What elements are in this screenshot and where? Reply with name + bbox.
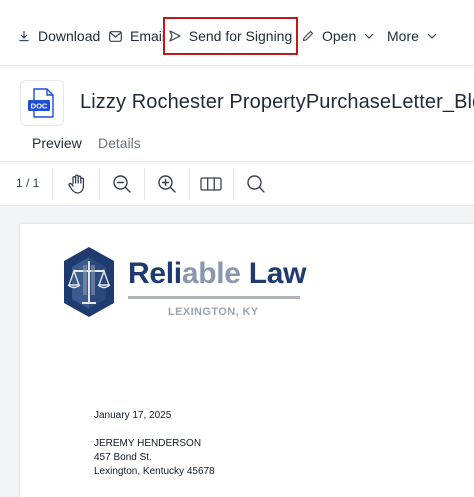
logo-divider (128, 296, 300, 299)
more-menu-button[interactable]: More (387, 17, 437, 55)
divider (52, 168, 53, 200)
page-layout-button[interactable] (198, 171, 224, 197)
download-icon (19, 31, 29, 42)
law-firm-logo-wordmark: Reliable Law (128, 257, 306, 291)
tab-preview[interactable]: Preview (26, 135, 88, 164)
send-for-signing-button[interactable]: Send for Signing (163, 17, 298, 55)
send-for-signing-label: Send for Signing (188, 28, 293, 44)
law-firm-logo-icon (64, 247, 114, 317)
logo-word-part3: Law (240, 257, 307, 290)
tab-details[interactable]: Details (98, 135, 141, 151)
hand-icon (68, 174, 85, 194)
document-title: Lizzy Rochester PropertyPurchaseLetter_B… (80, 91, 474, 113)
recipient-address-line1: 457 Bond St. (94, 452, 152, 463)
recipient-name: JEREMY HENDERSON (94, 438, 202, 449)
tab-bar: Preview Details (0, 128, 474, 164)
chevron-down-icon (427, 33, 437, 39)
email-label: Email (130, 28, 166, 44)
envelope-icon (109, 30, 122, 42)
search-icon (247, 175, 265, 193)
pan-tool-button[interactable] (64, 171, 90, 197)
chevron-down-icon (364, 33, 374, 39)
action-toolbar: Download Email Send for Signing Open Mor… (0, 0, 474, 66)
open-menu-button[interactable]: Open (302, 17, 374, 55)
columns-icon (200, 177, 222, 191)
logo-word-part2: able (181, 257, 241, 290)
zoom-in-icon (158, 175, 176, 193)
logo-city: LEXINGTON, KY (168, 306, 259, 318)
document-page: Reliable Law LEXINGTON, KY January 17, 2… (20, 224, 474, 497)
zoom-out-icon (113, 175, 131, 193)
divider (99, 168, 100, 200)
letter-date: January 17, 2025 (94, 410, 172, 421)
divider (144, 168, 145, 200)
pencil-icon (302, 30, 314, 42)
logo-word-part1: Reli (128, 257, 182, 290)
zoom-in-button[interactable] (154, 171, 180, 197)
zoom-out-button[interactable] (109, 171, 135, 197)
doc-icon-label: DOC (31, 102, 48, 111)
email-button[interactable]: Email (109, 17, 165, 55)
send-icon (169, 30, 181, 42)
viewer-toolbar: 1 / 1 (0, 162, 474, 206)
download-button[interactable]: Download (18, 17, 100, 55)
divider (233, 168, 234, 200)
more-label: More (387, 28, 419, 44)
doc-file-icon: DOC (20, 80, 64, 126)
search-button[interactable] (243, 171, 269, 197)
page-count: 1 / 1 (16, 176, 40, 190)
divider (189, 168, 190, 200)
download-label: Download (38, 28, 101, 44)
recipient-address-line2: Lexington, Kentucky 45678 (94, 466, 215, 477)
open-label: Open (322, 28, 357, 44)
preview-area: Reliable Law LEXINGTON, KY January 17, 2… (0, 206, 474, 497)
